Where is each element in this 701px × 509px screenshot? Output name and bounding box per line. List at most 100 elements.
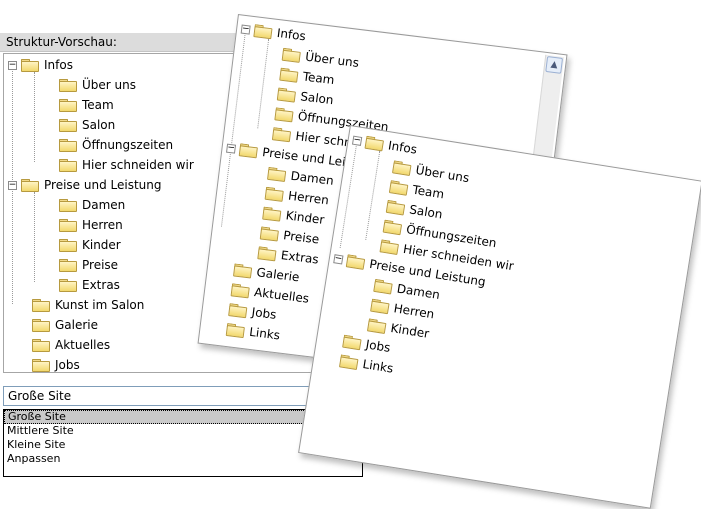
node-label: Galerie	[55, 318, 99, 332]
node-label: Infos	[276, 25, 307, 44]
minus-toggle-icon[interactable]: −	[333, 253, 344, 264]
folder-icon	[367, 318, 387, 333]
folder-icon	[373, 279, 393, 294]
node-label: Team	[411, 182, 446, 202]
node-label: Links	[361, 357, 395, 376]
minus-toggle-icon[interactable]: −	[8, 60, 17, 70]
folder-icon	[262, 207, 281, 221]
folder-icon	[279, 68, 298, 82]
node-label: Galerie	[255, 265, 301, 285]
folder-icon	[59, 99, 77, 112]
tree-node[interactable]: Preise	[59, 256, 118, 274]
tree-node-infos[interactable]: − Infos	[351, 131, 418, 159]
node-label: Jobs	[55, 358, 80, 372]
tree-node[interactable]: Hier schneiden wir	[59, 156, 194, 174]
tree-node[interactable]: Links	[225, 320, 281, 344]
folder-icon	[346, 254, 366, 269]
preview-label: Struktur-Vorschau:	[6, 35, 117, 49]
folder-icon	[265, 187, 284, 201]
folder-icon	[228, 303, 247, 317]
tree-node-infos[interactable]: − Infos	[240, 20, 307, 46]
node-label: Kunst im Salon	[55, 298, 145, 312]
folder-icon	[257, 246, 276, 260]
node-label: Damen	[395, 281, 441, 303]
node-label: Über uns	[304, 49, 360, 71]
tree-node[interactable]: Extras	[59, 276, 120, 294]
node-label: Aktuelles	[55, 338, 111, 352]
folder-icon	[274, 107, 293, 121]
folder-icon	[59, 219, 77, 232]
folder-icon	[342, 335, 362, 350]
tree-node[interactable]: Team	[59, 96, 114, 114]
folder-icon	[277, 87, 296, 101]
folder-icon	[59, 119, 77, 132]
tree-node[interactable]: Kunst im Salon	[32, 296, 144, 314]
node-label: Extras	[82, 278, 120, 292]
folder-icon	[59, 279, 77, 292]
folder-icon	[383, 220, 403, 235]
node-label: Jobs	[250, 304, 278, 322]
minus-toggle-icon[interactable]: −	[240, 23, 251, 35]
tree-connector	[34, 72, 35, 162]
tree-node[interactable]: Jobs	[32, 356, 80, 372]
node-label: Damen	[289, 168, 335, 188]
tree-node[interactable]: Salon	[59, 116, 115, 134]
folder-icon	[253, 24, 272, 38]
folder-icon	[260, 226, 279, 240]
minus-toggle-icon[interactable]: −	[8, 180, 17, 190]
node-label: Aktuelles	[253, 285, 310, 306]
folder-icon	[59, 239, 77, 252]
tree-node[interactable]: Damen	[59, 196, 125, 214]
folder-icon	[59, 79, 77, 92]
folder-icon	[365, 136, 385, 151]
tree-node-preise[interactable]: − Preise und Leistung	[8, 176, 161, 194]
node-label: Preise	[82, 258, 119, 272]
minus-toggle-icon[interactable]: −	[352, 134, 363, 146]
node-label: Salon	[408, 202, 444, 222]
tree-node[interactable]: Über uns	[59, 76, 136, 94]
folder-icon	[267, 167, 286, 181]
folder-icon	[59, 199, 77, 212]
node-label: Herren	[392, 301, 436, 322]
node-label: Über uns	[82, 78, 136, 92]
node-label: Team	[302, 69, 336, 88]
node-label: Kinder	[82, 238, 121, 252]
node-label: Herren	[82, 218, 123, 232]
folder-icon	[226, 323, 245, 337]
node-label: Links	[248, 324, 281, 343]
node-label: Preise und Leistung	[44, 178, 162, 192]
node-label: Infos	[44, 58, 73, 72]
folder-icon	[59, 259, 77, 272]
node-label: Kinder	[284, 208, 326, 227]
folder-icon	[380, 239, 400, 254]
tree-node[interactable]: Galerie	[32, 316, 98, 334]
node-label: Damen	[82, 198, 126, 212]
combo-value: Große Site	[8, 389, 72, 403]
folder-icon	[32, 319, 50, 332]
tree-node[interactable]: Öffnungszeiten	[59, 136, 173, 154]
tree-connector	[257, 38, 270, 129]
minus-toggle-icon[interactable]: −	[226, 142, 237, 154]
folder-icon	[233, 263, 252, 277]
tree-node[interactable]: Aktuelles	[32, 336, 110, 354]
preview-panel-small: − Infos Über uns Team Salon Öffnungszeit…	[298, 125, 701, 509]
tree-node-infos[interactable]: − Infos	[8, 56, 73, 74]
folder-icon	[272, 127, 291, 141]
folder-icon	[59, 159, 77, 172]
node-label: Extras	[280, 248, 320, 267]
scroll-up-arrow-icon[interactable]: ▲	[545, 55, 564, 74]
node-label: Jobs	[364, 337, 392, 355]
tree-connector	[34, 192, 35, 282]
folder-icon	[370, 299, 390, 314]
node-label: Infos	[387, 138, 419, 157]
node-label: Preise	[282, 228, 321, 247]
folder-icon	[239, 143, 258, 157]
folder-icon	[386, 200, 406, 215]
folder-icon	[339, 354, 359, 369]
folder-icon	[231, 283, 250, 297]
folder-icon	[32, 299, 50, 312]
folder-icon	[59, 139, 77, 152]
tree-node[interactable]: Kinder	[59, 236, 121, 254]
node-label: Öffnungszeiten	[82, 138, 174, 152]
tree-node[interactable]: Herren	[59, 216, 123, 234]
